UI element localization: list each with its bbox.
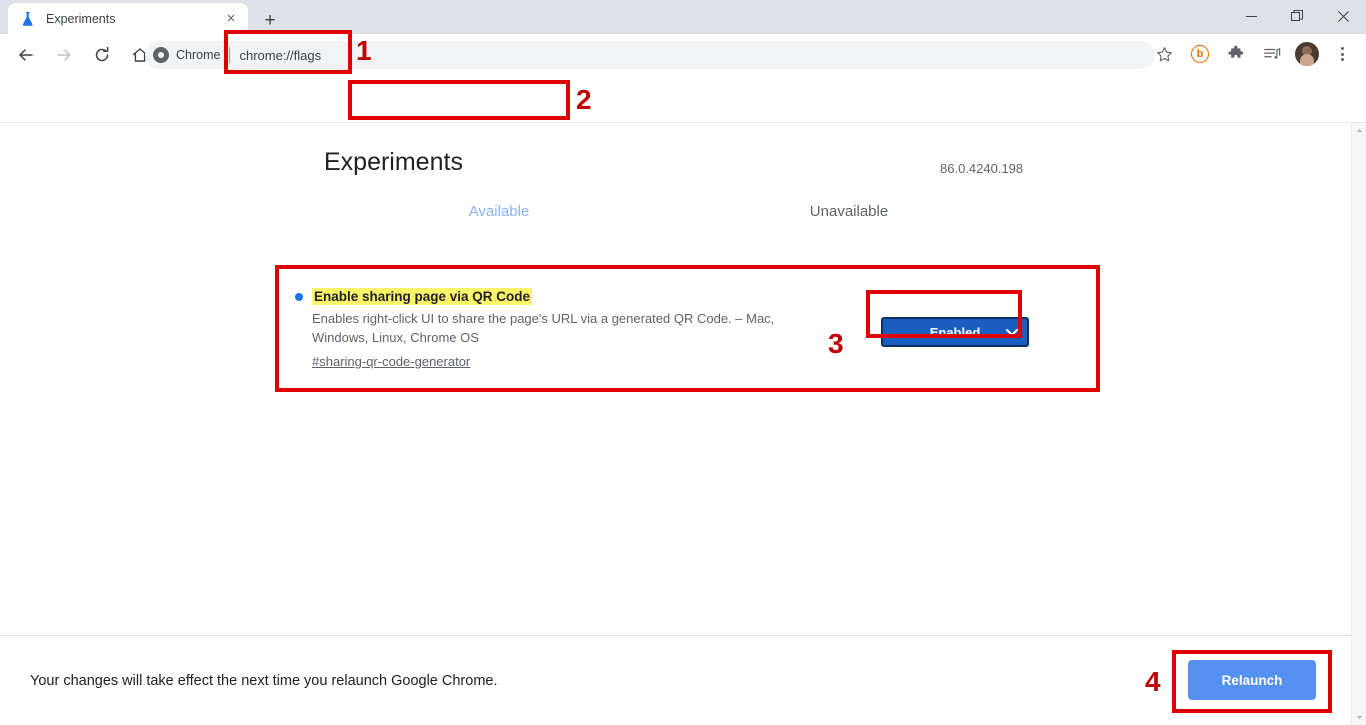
scroll-up-arrow-icon[interactable] <box>1352 123 1366 138</box>
annotation-number-2: 2 <box>576 84 592 115</box>
experiment-hash-link[interactable]: #sharing-qr-code-generator <box>312 354 840 369</box>
site-chip: Chrome <box>153 47 220 63</box>
tab-close-icon[interactable]: × <box>220 8 242 30</box>
flags-page-content: Experiments 86.0.4240.198 Available Unav… <box>0 123 1366 635</box>
puzzle-icon[interactable] <box>1221 39 1251 69</box>
scroll-down-arrow-icon[interactable] <box>1352 710 1366 725</box>
menu-icon[interactable] <box>1327 39 1357 69</box>
minimize-button[interactable] <box>1228 0 1274 32</box>
address-bar-url[interactable]: chrome://flags <box>239 48 321 63</box>
maximize-restore-button[interactable] <box>1274 0 1320 32</box>
site-chip-label: Chrome <box>176 48 221 62</box>
close-window-button[interactable] <box>1320 0 1366 32</box>
address-bar[interactable]: Chrome chrome://flags <box>145 41 1155 69</box>
flask-icon <box>20 11 36 27</box>
experiment-heading: Enable sharing page via QR Code <box>295 288 840 305</box>
back-icon[interactable] <box>10 39 42 71</box>
tab-available[interactable]: Available <box>324 203 674 220</box>
three-dots <box>1340 47 1344 61</box>
status-dot-icon <box>295 293 303 301</box>
experiment-select-wrapper: Enabled <box>881 317 1029 347</box>
chevron-down-icon <box>1006 325 1018 340</box>
omnibox-separator <box>229 47 231 63</box>
experiment-info: Enable sharing page via QR Code Enables … <box>295 288 840 369</box>
new-tab-button[interactable]: + <box>256 6 284 34</box>
bookmark-star-icon[interactable] <box>1149 39 1179 69</box>
page-scrollbar[interactable] <box>1351 123 1366 725</box>
extension-orange-badge: b <box>1191 45 1209 63</box>
avatar[interactable] <box>1295 42 1319 66</box>
tab-strip: Experiments × + <box>0 0 1366 34</box>
annotation-number-4: 4 <box>1145 666 1161 697</box>
forward-icon <box>48 39 80 71</box>
flags-tabs: Available Unavailable <box>324 203 1024 220</box>
experiment-entry: Enable sharing page via QR Code Enables … <box>295 288 1075 369</box>
browser-toolbar: Chrome chrome://flags b <box>0 34 1366 76</box>
reload-icon[interactable] <box>86 39 118 71</box>
chrome-logo-icon <box>153 47 169 63</box>
relaunch-message: Your changes will take effect the next t… <box>30 673 498 689</box>
annotation-number-1: 1 <box>356 35 372 66</box>
browser-window: Experiments × + Chrome chrome://flags b … <box>0 0 1366 725</box>
tab-unavailable[interactable]: Unavailable <box>674 203 1024 220</box>
chrome-version: 86.0.4240.198 <box>940 161 1024 176</box>
toolbar-right-icons: b <box>1146 39 1360 69</box>
window-controls <box>1228 0 1366 32</box>
experiment-description: Enables right-click UI to share the page… <box>312 311 775 345</box>
flags-search-band: ✕ Reset all <box>0 76 1366 194</box>
extension-bitly-icon[interactable]: b <box>1185 39 1215 69</box>
annotation-number-3: 3 <box>828 328 844 359</box>
relaunch-button[interactable]: Relaunch <box>1188 660 1316 700</box>
select-value-label: Enabled <box>929 324 981 340</box>
media-control-icon[interactable] <box>1257 39 1287 69</box>
relaunch-footer: Your changes will take effect the next t… <box>0 635 1366 725</box>
experiment-name: Enable sharing page via QR Code <box>312 288 533 305</box>
experiment-state-select[interactable]: Enabled <box>881 317 1029 347</box>
page-title: Experiments <box>324 148 463 176</box>
tab-title: Experiments <box>46 11 116 26</box>
browser-tab-experiments[interactable]: Experiments × <box>8 3 248 34</box>
